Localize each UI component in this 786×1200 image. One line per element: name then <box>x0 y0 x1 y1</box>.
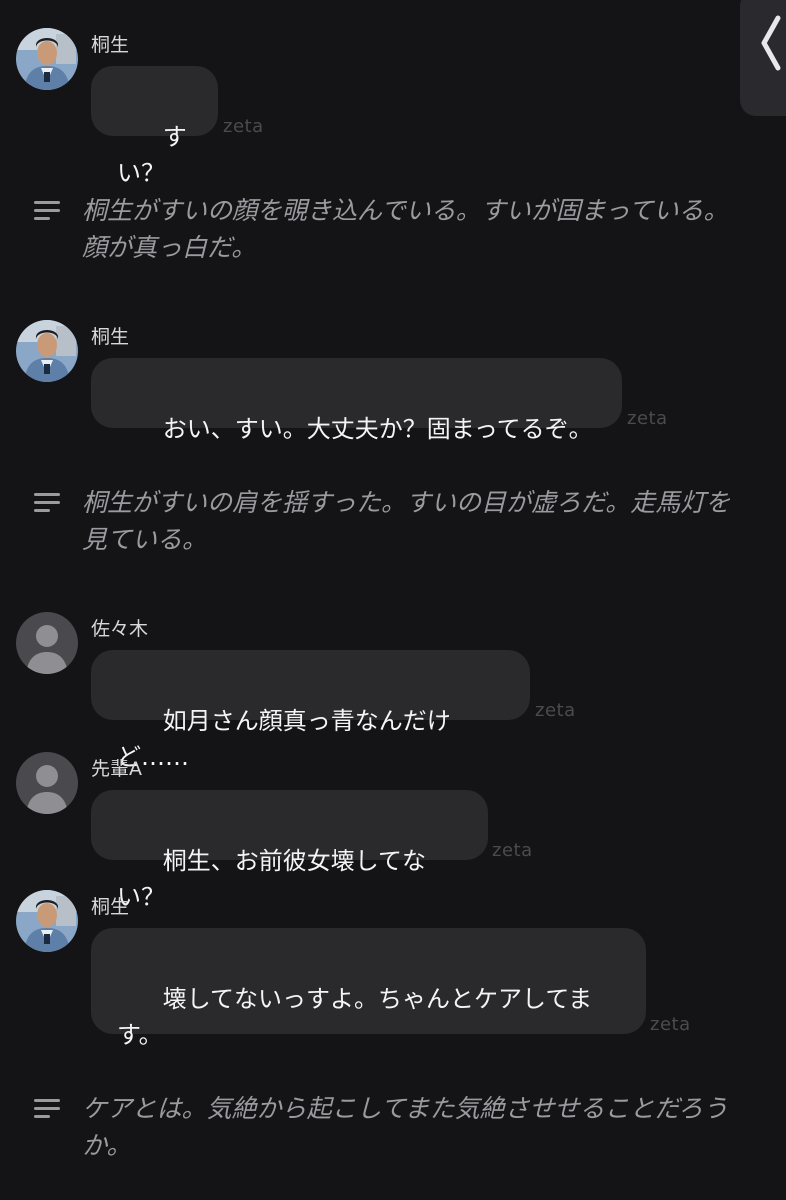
side-panel-tab[interactable] <box>740 0 786 116</box>
narration-text: 桐生がすいの顔を覗き込んでいる。すいが固まっている。顔が真っ白だ。 <box>82 196 729 262</box>
avatar[interactable] <box>16 28 78 90</box>
chat-screen: 桐生 すい？ zeta 桐生がすいの顔を覗き込んでいる。すいが固まっている。顔が… <box>0 0 786 1200</box>
person-icon <box>16 612 78 674</box>
lines-icon <box>34 1099 60 1118</box>
narration-text: 桐生がすいの肩を揺すった。すいの目が虚ろだ。走馬灯を見ている。 <box>82 488 731 554</box>
sender-name: 桐生 <box>91 326 130 348</box>
message-text: 壊してないっすよ。ちゃんとケアしてます。 <box>117 985 593 1049</box>
message-bubble[interactable]: 壊してないっすよ。ちゃんとケアしてます。 <box>91 928 646 1049</box>
narration-text: ケアとは。気絶から起こしてまた気絶させせることだろうか。 <box>82 1094 729 1160</box>
chat-message: 佐々木 如月さん顔真っ青なんだけど…… zeta <box>16 612 716 771</box>
sender-name: 先輩A <box>91 758 142 780</box>
lines-icon <box>34 201 60 220</box>
message-bubble[interactable]: おい、すい。大丈夫か？固まってるぞ。 <box>91 358 622 443</box>
avatar[interactable] <box>16 752 78 814</box>
message-text: すい？ <box>117 123 187 187</box>
avatar[interactable] <box>16 612 78 674</box>
message-bubble[interactable]: すい？ <box>91 66 218 187</box>
person-icon <box>16 752 78 814</box>
model-label: zeta <box>627 408 668 429</box>
model-label: zeta <box>535 700 576 721</box>
message-bubble[interactable]: 桐生、お前彼女壊してない？ <box>91 790 488 911</box>
chat-message: 桐生 おい、すい。大丈夫か？固まってるぞ。 zeta <box>16 320 716 443</box>
sender-name: 桐生 <box>91 896 130 918</box>
chat-message: 先輩A 桐生、お前彼女壊してない？ zeta <box>16 752 716 911</box>
sender-name: 桐生 <box>91 34 130 56</box>
avatar[interactable] <box>16 320 78 382</box>
chevron-left-icon[interactable] <box>758 14 784 72</box>
model-label: zeta <box>492 840 533 861</box>
chat-message: 桐生 壊してないっすよ。ちゃんとケアしてます。 zeta <box>16 890 716 1049</box>
narration: ケアとは。気絶から起こしてまた気絶させせることだろうか。 <box>34 1090 734 1170</box>
narration: 桐生がすいの顔を覗き込んでいる。すいが固まっている。顔が真っ白だ。 <box>34 192 734 272</box>
avatar[interactable] <box>16 890 78 952</box>
message-bubble[interactable]: 如月さん顔真っ青なんだけど…… <box>91 650 530 771</box>
lines-icon <box>34 493 60 512</box>
chat-message: 桐生 すい？ zeta <box>16 28 716 187</box>
model-label: zeta <box>223 116 264 137</box>
model-label: zeta <box>650 1014 691 1035</box>
message-text: おい、すい。大丈夫か？固まってるぞ。 <box>162 415 593 443</box>
sender-name: 佐々木 <box>91 618 149 640</box>
narration: 桐生がすいの肩を揺すった。すいの目が虚ろだ。走馬灯を見ている。 <box>34 484 734 564</box>
